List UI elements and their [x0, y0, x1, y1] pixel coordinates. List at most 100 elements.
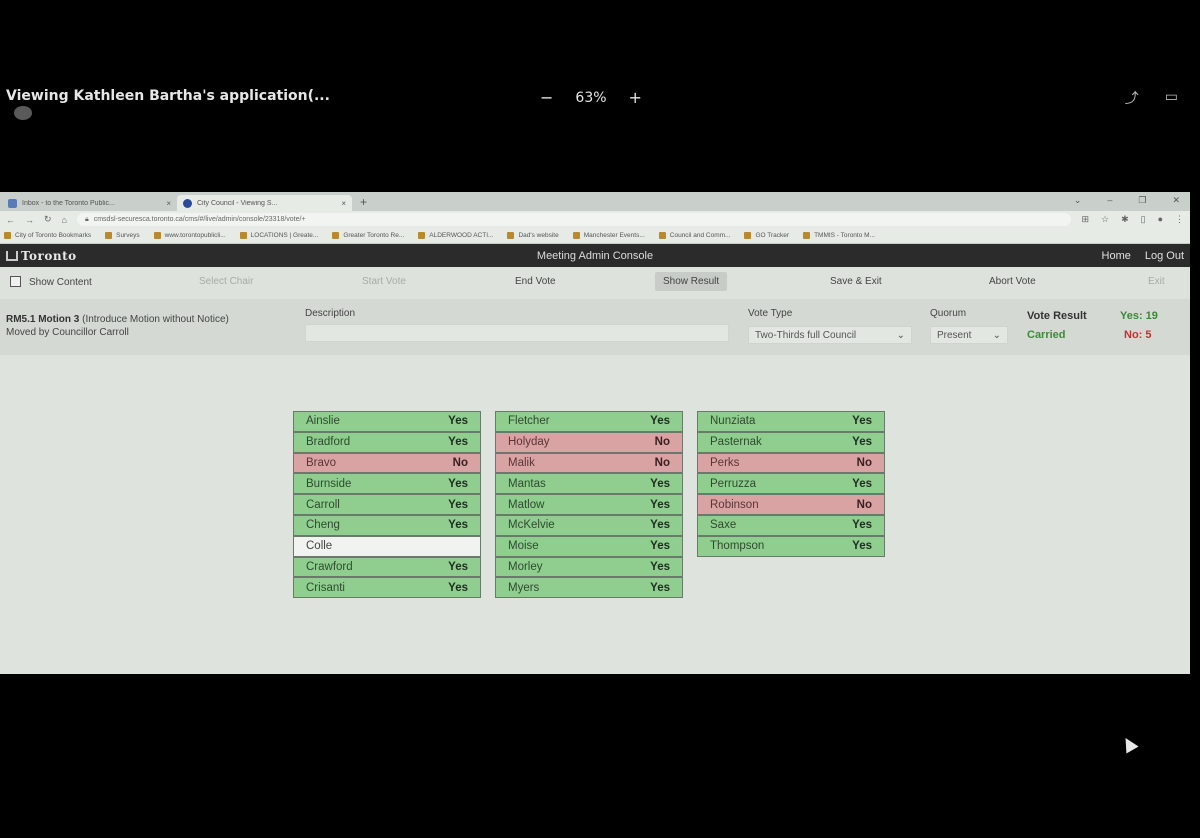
maximize-icon[interactable]: ❐	[1138, 195, 1146, 206]
bookmark-icon	[658, 232, 666, 239]
home-icon[interactable]: ⌂	[62, 215, 67, 225]
councillor-name: Malik	[508, 456, 535, 469]
vote-row: Bravo No	[293, 452, 481, 474]
chevron-down-icon[interactable]: ⌄	[1074, 195, 1082, 206]
councillor-name: Robinson	[710, 498, 759, 511]
councillor-name: Ainslie	[306, 415, 340, 428]
browser-action-icons: ⊞ ☆ ✱ ▯ ● ⋮	[1081, 214, 1184, 225]
annotate-icon[interactable]: ⤴	[1125, 88, 1139, 108]
bookmark-icon	[153, 232, 161, 239]
select-chair-button[interactable]: Select Chair	[199, 276, 253, 287]
vote-value: Yes	[448, 498, 468, 511]
bookmark-icon	[744, 232, 752, 239]
minimize-icon[interactable]: –	[1107, 195, 1112, 206]
tab-city-council[interactable]: City Council - Viewing S... ×	[177, 195, 352, 211]
bookmark-label: Dad's website	[518, 232, 559, 239]
bookmark-item[interactable]: Manchester Events...	[572, 232, 645, 239]
show-result-button[interactable]: Show Result	[655, 272, 728, 291]
install-icon[interactable]: ⊞	[1081, 214, 1089, 225]
vote-row: Mantas Yes	[495, 473, 683, 495]
councillor-name: Perruzza	[710, 477, 757, 490]
start-vote-button[interactable]: Start Vote	[362, 276, 406, 287]
vote-column-1: Ainslie Yes Bradford Yes Bravo No Burnside Yes C…	[293, 411, 481, 599]
vote-value: Yes	[448, 581, 468, 594]
zoom-control: − 63% +	[540, 88, 642, 107]
bookmark-item[interactable]: Greater Toronto Re...	[332, 232, 404, 239]
councillor-name: Moise	[508, 540, 539, 553]
vote-row: Perks No	[697, 452, 885, 474]
vote-type-select[interactable]: Two-Thirds full Council ⌄	[748, 326, 912, 344]
zoom-out-button[interactable]: −	[540, 88, 553, 107]
vote-row: Cheng Yes	[293, 514, 481, 536]
profile-icon[interactable]: ●	[1158, 214, 1163, 225]
vote-row: Thompson Yes	[697, 535, 885, 557]
screen-icon[interactable]: ▭	[1165, 88, 1178, 108]
motion-title: RM5.1 Motion 3 (Introduce Motion without…	[6, 314, 229, 325]
close-icon[interactable]: ×	[166, 199, 171, 208]
end-vote-button[interactable]: End Vote	[515, 276, 556, 287]
new-tab-button[interactable]: +	[360, 195, 367, 209]
councillor-name: Bravo	[306, 456, 337, 469]
sidebar-icon[interactable]: ▯	[1141, 214, 1146, 225]
bookmark-icon	[418, 232, 426, 239]
bookmark-item[interactable]: TMMIS - Toronto M...	[803, 232, 875, 239]
quorum-value: Present	[937, 329, 972, 341]
vote-row: Crawford Yes	[293, 556, 481, 578]
councillor-name: Crisanti	[306, 581, 345, 594]
councillor-name: Myers	[508, 581, 540, 594]
bookmark-item[interactable]: www.torontopublicli...	[153, 232, 226, 239]
vote-result-value: Carried	[1027, 329, 1066, 341]
zoom-in-button[interactable]: +	[629, 88, 642, 107]
bookmark-label: Council and Comm...	[669, 232, 731, 239]
quorum-select[interactable]: Present ⌄	[930, 326, 1008, 344]
show-content-toggle[interactable]: Show Content	[10, 276, 92, 288]
bookmark-item[interactable]: Council and Comm...	[658, 232, 731, 239]
bookmark-item[interactable]: Surveys	[105, 232, 140, 239]
tab-strip: Inbox - to the Toronto Public... × City …	[0, 192, 1190, 211]
back-icon[interactable]: ←	[6, 215, 15, 225]
mail-icon	[8, 198, 17, 208]
bookmark-item[interactable]: City of Toronto Bookmarks	[4, 232, 91, 239]
vote-value: Yes	[852, 415, 872, 428]
exit-button[interactable]: Exit	[1148, 276, 1165, 287]
tab-inbox[interactable]: Inbox - to the Toronto Public... ×	[2, 195, 177, 211]
bookmark-item[interactable]: ALDERWOOD ACTI...	[418, 232, 493, 239]
vote-value: No	[452, 456, 468, 469]
councillor-name: Matlow	[508, 498, 545, 511]
bookmark-icon	[4, 232, 11, 239]
logout-link[interactable]: Log Out	[1145, 250, 1184, 262]
share-icons: ⤴ ▭	[1125, 88, 1178, 108]
vote-row: Pasternak Yes	[697, 431, 885, 453]
bookmark-icon	[332, 232, 340, 239]
vote-value: Yes	[448, 519, 468, 532]
description-field[interactable]	[305, 324, 729, 342]
save-exit-button[interactable]: Save & Exit	[830, 276, 882, 287]
close-window-icon[interactable]: ✕	[1172, 195, 1180, 206]
reload-icon[interactable]: ↻	[44, 214, 52, 225]
home-link[interactable]: Home	[1102, 250, 1131, 262]
url-field[interactable]: 🔒︎ cmsdsl-securesca.toronto.ca/cms/#/liv…	[76, 213, 1072, 226]
star-icon[interactable]: ☆	[1101, 214, 1109, 225]
no-count: No: 5	[1124, 329, 1152, 341]
vote-row: Perruzza Yes	[697, 473, 885, 495]
header-links: Home Log Out	[1102, 250, 1184, 262]
menu-icon[interactable]: ⋮	[1175, 214, 1184, 225]
logo-text: Toronto	[21, 248, 77, 263]
bookmark-label: LOCATIONS | Greate...	[250, 232, 319, 239]
vote-row: Colle	[293, 535, 481, 557]
bookmark-label: City of Toronto Bookmarks	[15, 232, 92, 239]
councillor-name: Nunziata	[710, 415, 756, 428]
browser-window: Inbox - to the Toronto Public... × City …	[0, 192, 1190, 674]
city-hall-icon	[6, 250, 18, 261]
abort-vote-button[interactable]: Abort Vote	[989, 276, 1036, 287]
bookmark-item[interactable]: GO Tracker	[744, 232, 789, 239]
bookmark-item[interactable]: LOCATIONS | Greate...	[239, 232, 319, 239]
checkbox[interactable]	[10, 276, 21, 287]
close-icon[interactable]: ×	[341, 199, 346, 208]
extensions-icon[interactable]: ✱	[1121, 214, 1129, 225]
lock-icon: 🔒︎	[84, 215, 89, 223]
bookmark-item[interactable]: Dad's website	[507, 232, 559, 239]
description-label: Description	[305, 308, 356, 319]
forward-icon[interactable]: →	[25, 215, 34, 225]
vote-value: Yes	[650, 498, 670, 511]
